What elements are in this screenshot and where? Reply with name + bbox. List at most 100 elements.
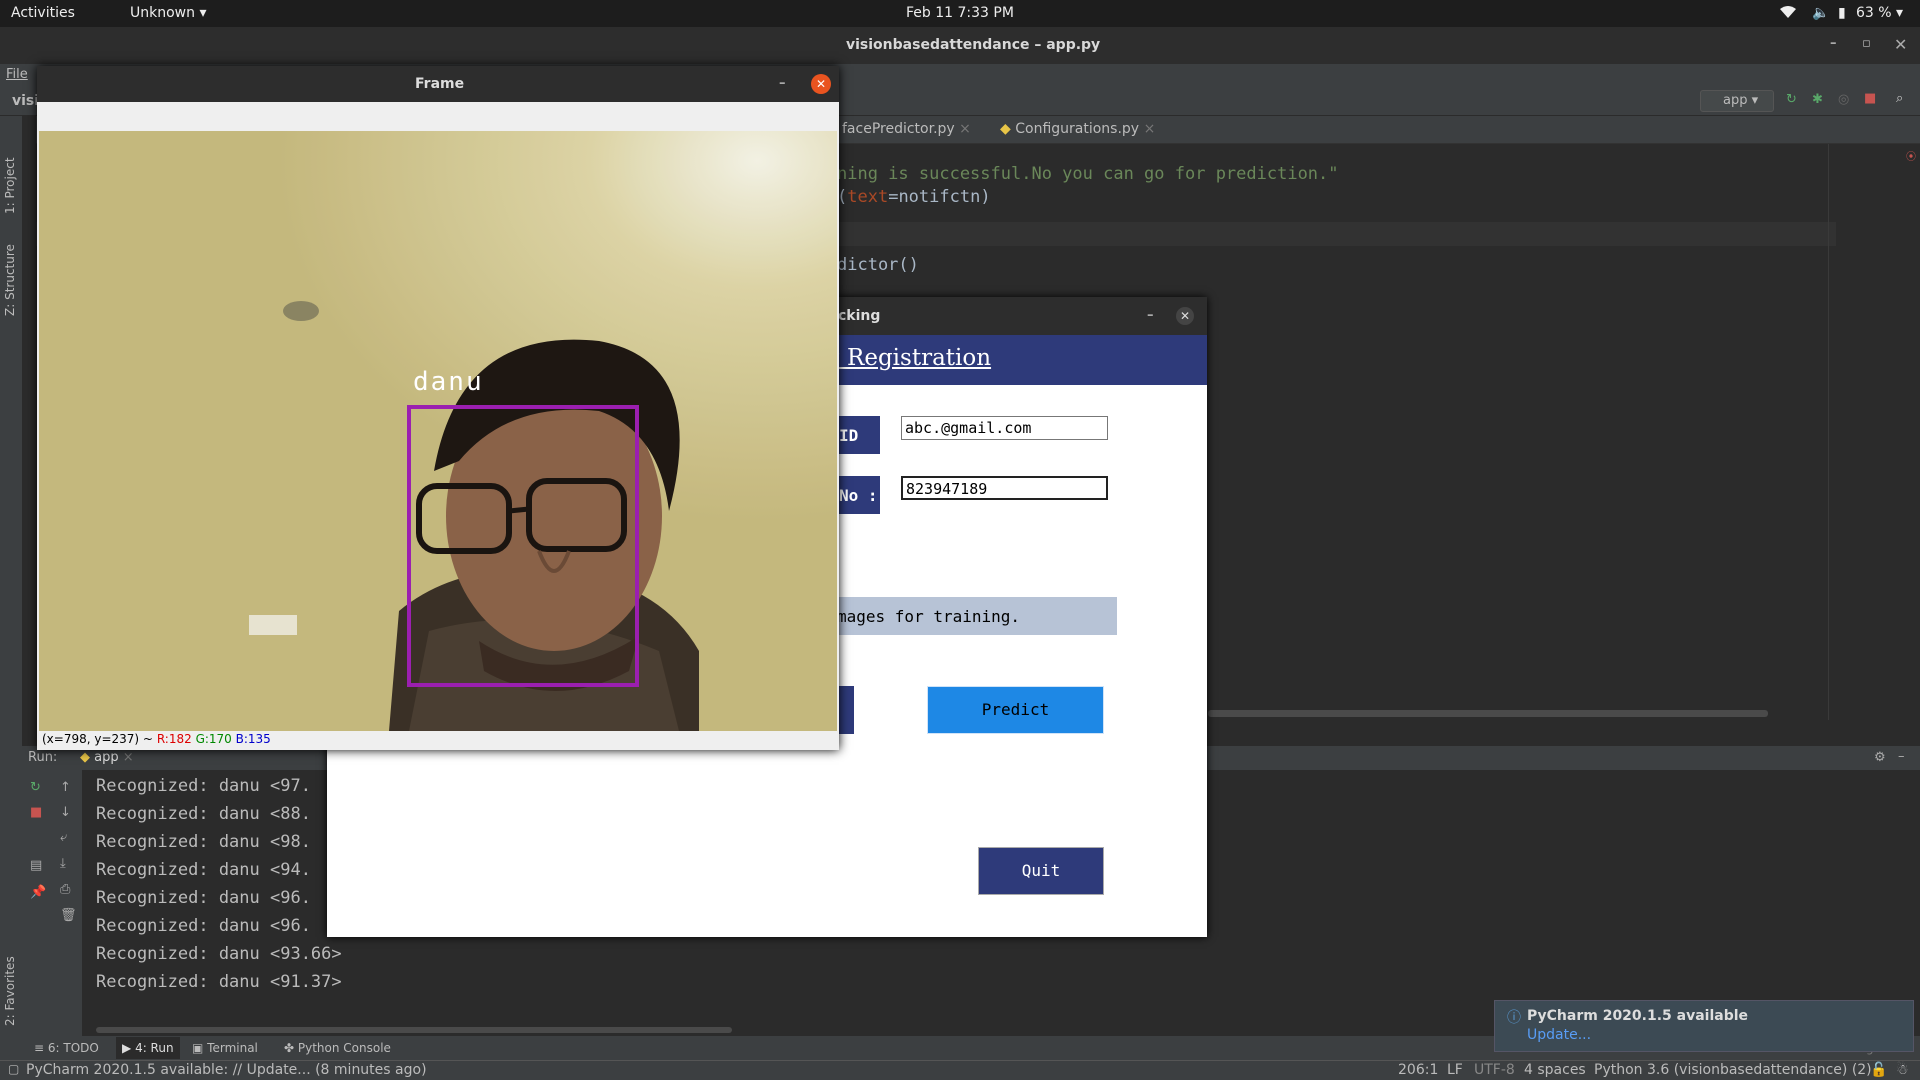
search-icon[interactable]: ⌕ — [1896, 91, 1903, 106]
code-line: (text=notifctn) — [837, 187, 991, 207]
scroll-end-icon[interactable]: ⤓ — [60, 856, 66, 871]
menu-file[interactable]: File — [6, 67, 28, 82]
volume-icon[interactable]: 🔈 — [1812, 5, 1829, 21]
arrow-up-icon[interactable]: ↑ — [60, 780, 71, 795]
close-icon[interactable]: ✕ — [1894, 35, 1907, 54]
update-notification: ⓘ PyCharm 2020.1.5 available Update... — [1494, 1000, 1914, 1052]
gear-icon[interactable]: ⚙ — [1874, 750, 1886, 765]
coord-readout: (x=798, y=237) ~ — [42, 732, 153, 746]
rerun-icon[interactable]: ↻ — [30, 780, 41, 795]
chevron-down-icon[interactable]: ▾ — [1896, 5, 1903, 21]
app-menu-label: Unknown — [130, 5, 195, 21]
close-icon[interactable]: × — [959, 121, 971, 137]
tab-configurations[interactable]: ◆ Configurations.py × — [1000, 121, 1155, 137]
log-line: Recognized: danu <98. — [96, 832, 311, 852]
status-message[interactable]: PyCharm 2020.1.5 available: // Update...… — [26, 1062, 427, 1078]
tool-tab-todo[interactable]: ≡ 6: TODO — [34, 1041, 99, 1055]
tool-tab-terminal[interactable]: ▣ Terminal — [192, 1041, 258, 1055]
close-icon[interactable]: ✕ — [811, 74, 831, 94]
tool-tab-structure[interactable]: Z: Structure — [3, 221, 19, 316]
battery-percent: 63 % — [1856, 5, 1892, 21]
tab-facepredictor[interactable]: facePredictor.py × — [842, 121, 971, 137]
clock[interactable]: Feb 11 7:33 PM — [906, 5, 1014, 21]
code-line: ning is successful.No you can go for pre… — [837, 164, 1339, 184]
trash-icon[interactable]: 🗑 — [60, 908, 77, 923]
tool-tab-project[interactable]: 1: Project — [3, 124, 19, 214]
encoding[interactable]: UTF-8 — [1474, 1062, 1515, 1078]
pin-icon[interactable]: 📌 — [30, 885, 46, 900]
tab-label: facePredictor.py — [842, 121, 955, 137]
green-value: G:170 — [195, 732, 232, 746]
soft-wrap-icon[interactable]: ⤶ — [60, 830, 67, 845]
layout-icon[interactable]: ▤ — [30, 858, 42, 873]
horizontal-scrollbar[interactable] — [1208, 710, 1768, 717]
wifi-icon[interactable] — [1780, 5, 1796, 23]
code-keyword: text — [847, 187, 889, 207]
minimize-icon[interactable]: – — [1147, 308, 1154, 323]
python-icon: ◆ — [80, 750, 90, 765]
arrow-down-icon[interactable]: ↓ — [60, 805, 71, 820]
app-menu[interactable]: Unknown ▾ — [130, 5, 206, 21]
breadcrumb[interactable]: visi — [12, 93, 39, 109]
minimize-icon[interactable]: – — [1830, 36, 1837, 51]
email-field[interactable]: abc.@gmail.com — [901, 416, 1108, 440]
stop-icon[interactable]: ■ — [1864, 91, 1876, 106]
update-link[interactable]: Update... — [1527, 1027, 1591, 1043]
frame-toolbar — [39, 102, 837, 131]
python-file-icon: ◆ — [1000, 121, 1011, 137]
tab-label: 6: TODO — [47, 1041, 99, 1055]
left-tool-strip: 1: Project Z: Structure 2: Favorites — [0, 116, 22, 1036]
terminal-icon: ▣ — [192, 1041, 204, 1055]
maximize-icon[interactable]: ▫ — [1862, 36, 1871, 51]
battery-icon[interactable]: ▮ — [1838, 5, 1846, 21]
log-line: Recognized: danu <96. — [96, 888, 311, 908]
frame-window-title: Frame — [415, 76, 465, 92]
phone-field[interactable]: 823947189 — [901, 476, 1108, 500]
tab-label: Terminal — [207, 1041, 258, 1055]
rerun-icon[interactable]: ↻ — [1786, 92, 1797, 107]
chevron-down-icon: ▾ — [199, 5, 207, 21]
line-separator[interactable]: LF — [1447, 1062, 1463, 1078]
caret-position[interactable]: 206:1 — [1398, 1062, 1438, 1078]
tool-tab-favorites[interactable]: 2: Favorites — [3, 936, 19, 1026]
window-title: visionbasedattendance – app.py — [846, 37, 1101, 53]
activities-button[interactable]: Activities — [11, 5, 75, 21]
face-label: danu — [413, 367, 484, 397]
stop-icon[interactable]: ■ — [30, 805, 42, 820]
system-top-bar: Activities Unknown ▾ Feb 11 7:33 PM 🔈 ▮ … — [0, 0, 1920, 27]
hide-icon[interactable]: – — [1898, 749, 1905, 764]
tab-label: Configurations.py — [1015, 121, 1140, 137]
ide-status-bar: ▢ PyCharm 2020.1.5 available: // Update.… — [0, 1060, 1920, 1080]
run-tab[interactable]: ◆ app × — [80, 750, 134, 765]
run-toolbar: ↻ ↑ ■ ↓ ⤶ ▤ ⤓ 📌 ⎙ 🗑 — [22, 770, 82, 1036]
camera-feed[interactable]: danu — [39, 131, 837, 731]
coverage-icon[interactable]: ◎ — [1838, 92, 1849, 107]
layout-icon[interactable]: ▢ — [8, 1062, 19, 1076]
tab-label: 4: Run — [135, 1041, 174, 1055]
error-marker-icon[interactable]: ⦿ — [1906, 148, 1916, 163]
python-icon: ✤ — [284, 1041, 295, 1055]
notification-title: PyCharm 2020.1.5 available — [1527, 1008, 1749, 1024]
info-icon: ⓘ — [1507, 1010, 1521, 1026]
close-icon[interactable]: × — [123, 750, 134, 765]
console-scrollbar[interactable] — [96, 1027, 732, 1033]
print-icon[interactable]: ⎙ — [60, 882, 70, 897]
quit-button[interactable]: Quit — [978, 847, 1104, 895]
tool-tab-python-console[interactable]: ✤ Python Console — [284, 1041, 391, 1055]
close-icon[interactable]: × — [1144, 121, 1156, 137]
predict-button[interactable]: Predict — [927, 686, 1104, 734]
run-config-label: app — [1723, 93, 1748, 108]
minimize-icon[interactable]: – — [779, 76, 786, 91]
inspector-icon[interactable]: ☃ — [1896, 1062, 1909, 1078]
ide-title-bar: visionbasedattendance – app.py – ▫ ✕ — [0, 27, 1920, 64]
play-icon: ▶ — [122, 1041, 132, 1055]
blue-value: B:135 — [235, 732, 271, 746]
tool-tab-run[interactable]: ▶ 4: Run — [116, 1037, 180, 1059]
interpreter[interactable]: Python 3.6 (visionbasedattendance) (2) — [1594, 1062, 1872, 1078]
run-config-select[interactable]: app ▾ — [1700, 90, 1774, 112]
lock-icon[interactable]: 🔓 — [1870, 1062, 1887, 1078]
debug-icon[interactable]: ✱ — [1812, 92, 1823, 107]
run-tab-label: app — [94, 750, 119, 765]
indent-setting[interactable]: 4 spaces — [1524, 1062, 1586, 1078]
close-icon[interactable]: ✕ — [1176, 307, 1194, 325]
